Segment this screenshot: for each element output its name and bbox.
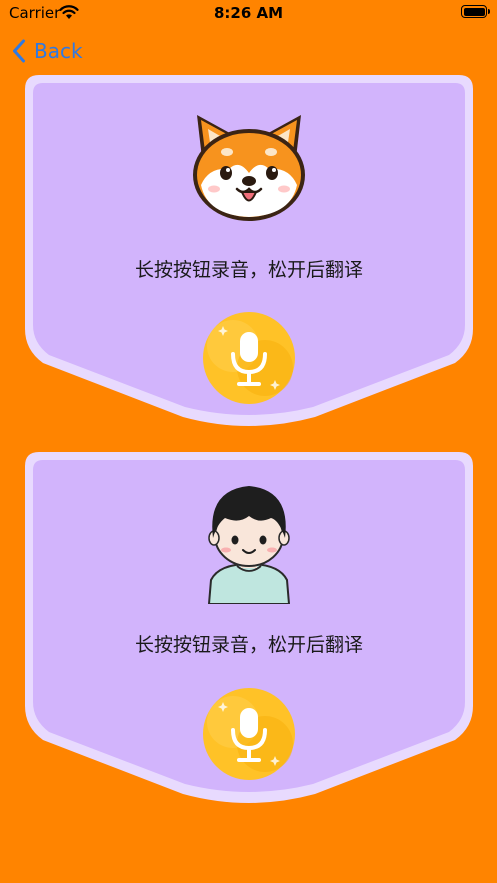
shiba-dog-icon	[193, 115, 305, 221]
back-label: Back	[34, 39, 83, 63]
chevron-left-icon	[13, 39, 25, 63]
back-button[interactable]: Back	[12, 36, 83, 66]
battery-icon	[461, 5, 490, 18]
boy-avatar-icon	[207, 486, 291, 604]
prompt-text: 长按按钮录音，松开后翻译	[134, 634, 363, 656]
record-button[interactable]	[203, 688, 295, 780]
microphone-icon	[203, 688, 295, 780]
clock: 8:26 AM	[213, 4, 284, 22]
microphone-icon	[203, 312, 295, 404]
prompt-text: 长按按钮录音，松开后翻译	[134, 259, 363, 281]
translation-panel-human: 长按按钮录音，松开后翻译	[25, 452, 473, 806]
record-button[interactable]	[203, 312, 295, 404]
status-bar: Carrier 8:26 AM	[0, 0, 497, 26]
translator-screen: Carrier 8:26 AM Back 长按按钮录音，松开后翻译 长按按钮录音…	[0, 0, 497, 883]
translation-panel-dog: 长按按钮录音，松开后翻译	[25, 75, 473, 429]
